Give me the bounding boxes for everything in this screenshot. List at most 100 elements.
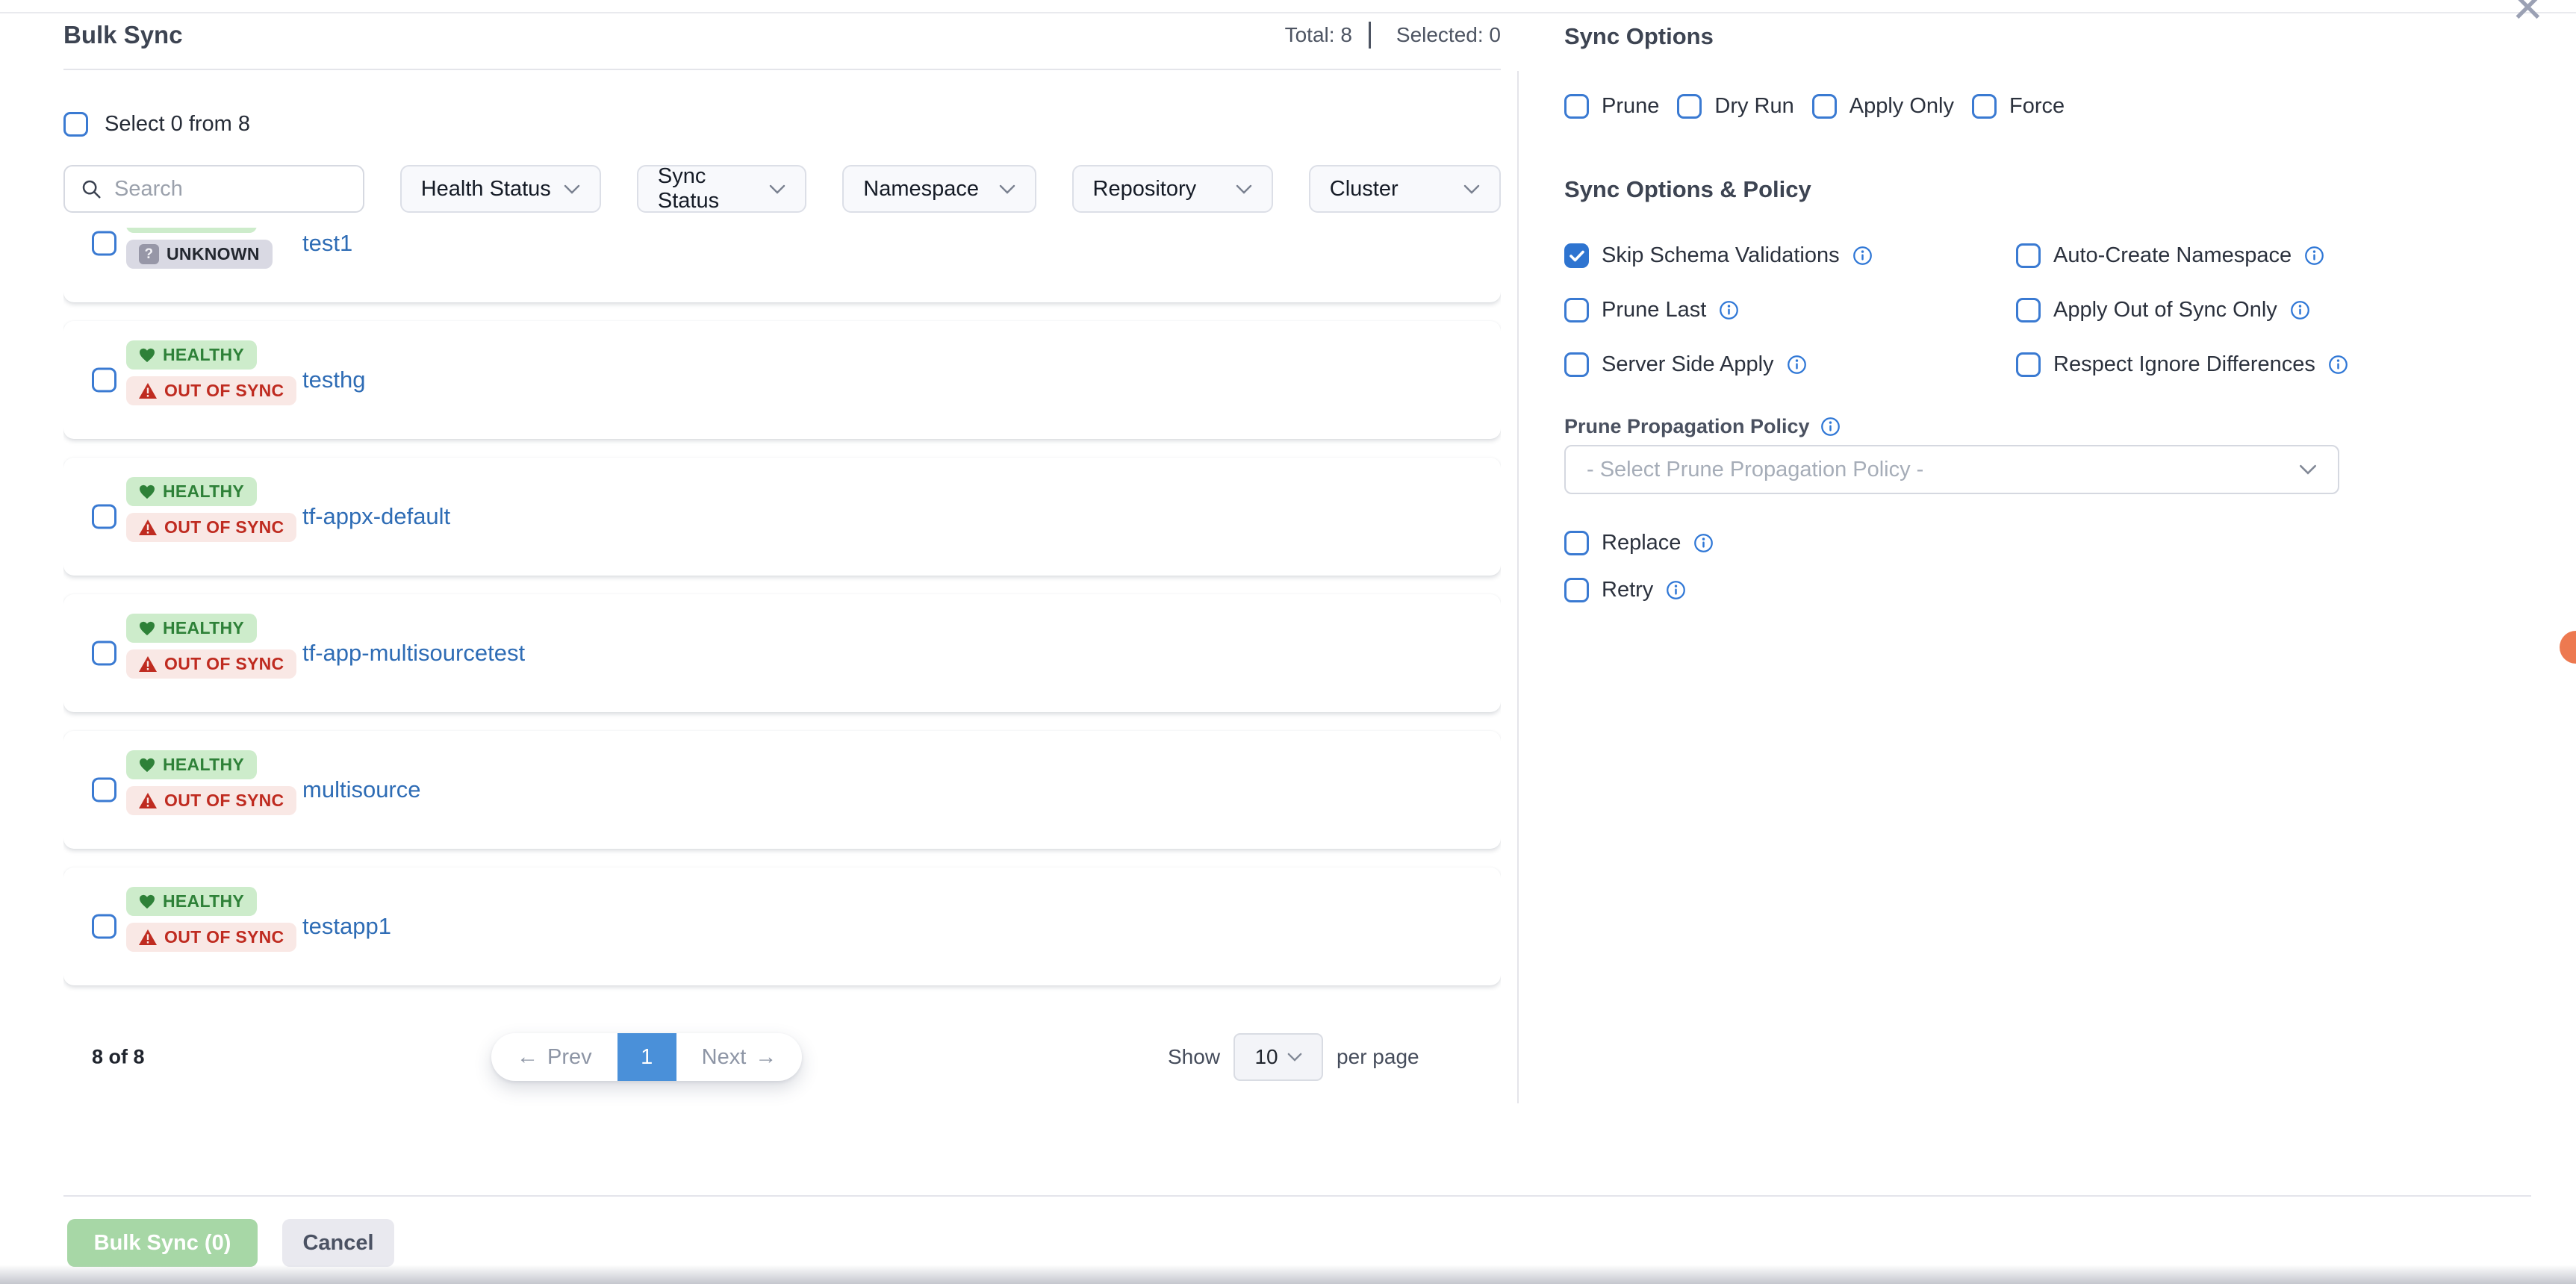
app-name-link[interactable]: tf-appx-default [302, 503, 450, 530]
prune-propagation-policy-label: Prune Propagation Policy [1564, 415, 1841, 438]
option-label: Apply Only [1849, 94, 1954, 119]
info-icon[interactable] [2328, 355, 2348, 375]
select-all-row: Select 0 from 8 [63, 112, 1501, 137]
info-icon[interactable] [1666, 580, 1686, 600]
app-name-link[interactable]: tf-app-multisourcetest [302, 640, 525, 667]
option-label: Force [2009, 94, 2065, 119]
option-apply-only[interactable]: Apply Only [1812, 94, 1954, 119]
footer-actions: Bulk Sync (0) Cancel [67, 1219, 394, 1267]
next-page-button[interactable]: Next → [676, 1033, 803, 1081]
page-size-control: Show 10 per page [1168, 1033, 1419, 1081]
health-badge: HEALTHY [126, 477, 257, 506]
checkbox[interactable] [1564, 243, 1589, 268]
sync-options-title: Sync Options [1564, 25, 1714, 48]
search-input[interactable] [114, 177, 348, 202]
option-prune[interactable]: Prune [1564, 94, 1659, 119]
sync-badge: OUT OF SYNC [126, 649, 296, 679]
info-icon[interactable] [1852, 246, 1873, 266]
footer-divider [63, 1195, 2531, 1197]
app-checkbox[interactable] [92, 368, 116, 393]
checkbox[interactable] [1564, 352, 1589, 377]
sync-badge: OUT OF SYNC [126, 786, 296, 815]
selected-count: Selected: 0 [1396, 23, 1501, 47]
option-auto-create-namespace[interactable]: Auto-Create Namespace [2016, 243, 2348, 268]
option-apply-out-of-sync-only[interactable]: Apply Out of Sync Only [2016, 298, 2348, 322]
pane-divider [1517, 71, 1519, 1103]
option-label: Respect Ignore Differences [2053, 352, 2315, 377]
checkbox[interactable] [2016, 298, 2041, 322]
info-icon[interactable] [1719, 300, 1739, 320]
prev-page-button[interactable]: ← Prev [491, 1033, 617, 1081]
app-checkbox[interactable] [92, 231, 116, 256]
bottom-shadow [0, 1265, 2576, 1284]
page-size-select[interactable]: 10 [1233, 1033, 1323, 1081]
checkbox[interactable] [1564, 578, 1589, 602]
filter-row: Health Status Sync Status Namespace Reposit… [63, 165, 1501, 213]
filter-cluster[interactable]: Cluster [1309, 165, 1501, 213]
option-server-side-apply[interactable]: Server Side Apply [1564, 352, 2016, 377]
extra-options: Replace Retry [1564, 531, 1714, 602]
page-1-button[interactable]: 1 [617, 1033, 676, 1081]
option-label: Skip Schema Validations [1602, 243, 1840, 268]
search-box[interactable] [63, 165, 364, 213]
bulk-sync-button[interactable]: Bulk Sync (0) [67, 1219, 258, 1267]
app-name-link[interactable]: testhg [302, 367, 365, 393]
info-icon[interactable] [2290, 300, 2310, 320]
totals: Total: 8 Selected: 0 [1285, 22, 1501, 49]
filter-label: Health Status [421, 177, 551, 202]
cancel-button[interactable]: Cancel [282, 1219, 394, 1267]
option-label: Auto-Create Namespace [2053, 243, 2292, 268]
app-name-link[interactable]: testapp1 [302, 913, 391, 940]
status-badges: HEALTHY OUT OF SYNC [126, 750, 296, 815]
option-skip-schema-validations[interactable]: Skip Schema Validations [1564, 243, 2016, 268]
option-respect-ignore-differences[interactable]: Respect Ignore Differences [2016, 352, 2348, 377]
option-retry[interactable]: Retry [1564, 578, 1714, 602]
filter-repository[interactable]: Repository [1072, 165, 1273, 213]
checkbox[interactable] [1564, 298, 1589, 322]
notification-dot [2560, 631, 2576, 664]
info-icon[interactable] [1820, 417, 1841, 437]
checkbox[interactable] [2016, 243, 2041, 268]
option-replace[interactable]: Replace [1564, 531, 1714, 555]
app-checkbox[interactable] [92, 778, 116, 802]
app-name-link[interactable]: test1 [302, 230, 352, 257]
filter-health-status[interactable]: Health Status [400, 165, 601, 213]
app-row: HEALTHY OUT OF SYNC tf-appx-default [63, 458, 1501, 576]
app-checkbox[interactable] [92, 641, 116, 666]
question-icon: ? [139, 244, 159, 264]
checkbox[interactable] [1677, 94, 1702, 119]
app-name-link[interactable]: multisource [302, 776, 421, 803]
option-prune-last[interactable]: Prune Last [1564, 298, 2016, 322]
chevron-down-icon [769, 184, 785, 194]
checkbox[interactable] [1564, 94, 1589, 119]
app-checkbox[interactable] [92, 914, 116, 939]
heart-icon [139, 348, 155, 363]
info-icon[interactable] [1787, 355, 1807, 375]
policy-options-grid: Skip Schema Validations Auto-Create Name… [1564, 243, 2348, 377]
chevron-down-icon [999, 184, 1015, 194]
filter-namespace[interactable]: Namespace [842, 165, 1036, 213]
status-badges: HEALTHY OUT OF SYNC [126, 477, 296, 542]
health-badge: HEALTHY [126, 750, 257, 779]
checkbox[interactable] [2016, 352, 2041, 377]
filter-label: Namespace [863, 177, 979, 202]
checkbox[interactable] [1564, 531, 1589, 555]
filter-sync-status[interactable]: Sync Status [637, 165, 806, 213]
filter-label: Sync Status [658, 164, 769, 214]
option-label: Dry Run [1714, 94, 1793, 119]
totals-divider [1369, 22, 1371, 49]
prune-propagation-policy-select[interactable]: - Select Prune Propagation Policy - [1564, 445, 2339, 494]
info-icon[interactable] [2304, 246, 2324, 266]
sync-options-pane: Sync Options Prune Dry Run Apply Only Fo… [1564, 0, 2531, 1120]
sync-badge: ?UNKNOWN [126, 240, 273, 269]
info-icon[interactable] [1693, 533, 1714, 553]
checkbox[interactable] [1812, 94, 1837, 119]
search-icon [80, 178, 102, 200]
option-dry-run[interactable]: Dry Run [1677, 94, 1793, 119]
option-force[interactable]: Force [1972, 94, 2065, 119]
sync-badge: OUT OF SYNC [126, 513, 296, 542]
checkbox[interactable] [1972, 94, 1997, 119]
app-checkbox[interactable] [92, 505, 116, 529]
option-label: Replace [1602, 531, 1681, 555]
select-all-checkbox[interactable] [63, 112, 88, 137]
